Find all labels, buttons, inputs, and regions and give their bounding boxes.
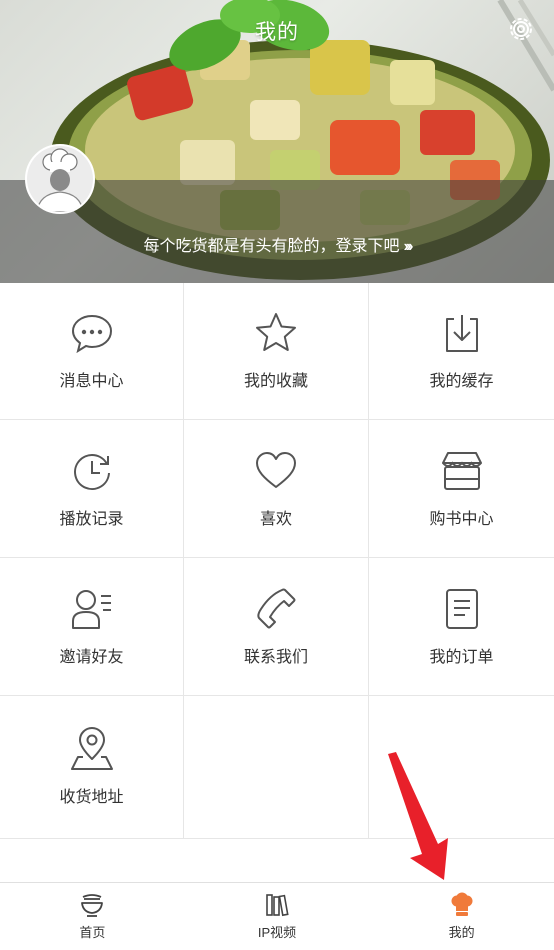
grid-item-label: 我的缓存 <box>429 373 494 390</box>
grid-item-likes[interactable]: 喜欢 <box>184 420 369 558</box>
grid-item-favorites[interactable]: 我的收藏 <box>184 283 369 420</box>
settings-button[interactable] <box>506 14 536 44</box>
tab-label: 我的 <box>448 925 475 940</box>
grid-item-label: 播放记录 <box>59 510 124 528</box>
page-title: 我的 <box>255 21 299 44</box>
grid-item-label: 联系我们 <box>243 648 308 666</box>
grid-empty-cell <box>184 696 369 839</box>
grid-item-label: 收货地址 <box>59 789 124 806</box>
grid-item-label: 邀请好友 <box>59 648 124 666</box>
grid-item-label: 消息中心 <box>59 373 124 390</box>
grid-item-invite[interactable]: 邀请好友 <box>0 558 184 696</box>
content-spacer <box>0 839 554 882</box>
chat-bubble-icon <box>71 314 112 354</box>
login-prompt-text: 每个吃货都是有头有脸的，登录下吧 <box>143 238 400 255</box>
phone-icon <box>257 588 296 628</box>
bottom-tab-bar: 首页 IP视频 我的 <box>0 882 554 950</box>
tab-label: 首页 <box>79 925 106 940</box>
gear-icon <box>510 18 532 40</box>
grid-item-cache[interactable]: 我的缓存 <box>369 283 554 420</box>
heart-icon <box>256 451 296 488</box>
grid-item-messages[interactable]: 消息中心 <box>0 283 184 420</box>
invite-user-icon <box>71 589 111 629</box>
grid-item-label: 购书中心 <box>429 510 494 528</box>
grid-item-address[interactable]: 收货地址 <box>0 696 184 839</box>
books-icon <box>266 894 289 917</box>
location-pin-icon <box>70 727 113 770</box>
chef-avatar-icon <box>27 146 93 212</box>
grid-item-label: 我的订单 <box>429 648 494 666</box>
login-prompt-link[interactable]: 每个吃货都是有头有脸的，登录下吧 ››› <box>0 232 554 256</box>
grid-item-contact[interactable]: 联系我们 <box>184 558 369 696</box>
tab-label: IP视频 <box>257 925 297 940</box>
tab-mine[interactable]: 我的 <box>369 883 554 950</box>
history-clock-icon <box>73 453 110 490</box>
grid-empty-cell <box>369 696 554 839</box>
grid-item-orders[interactable]: 我的订单 <box>369 558 554 696</box>
grid-item-bookstore[interactable]: 购书中心 <box>369 420 554 558</box>
star-icon <box>256 313 296 351</box>
profile-banner: 我的 每个吃货都是有头有脸的，登录下吧 ››› <box>0 0 554 283</box>
feature-grid: 消息中心 我的收藏 我的缓存 播放记录 喜欢 购书中心 邀请好友 联系我们 我的… <box>0 283 554 839</box>
bowl-icon <box>81 894 104 917</box>
grid-item-history[interactable]: 播放记录 <box>0 420 184 558</box>
download-icon <box>445 315 478 352</box>
chef-hat-icon <box>451 892 473 916</box>
grid-item-label: 我的收藏 <box>243 373 308 390</box>
tab-home[interactable]: 首页 <box>0 883 185 950</box>
tab-ip-video[interactable]: IP视频 <box>185 883 370 950</box>
chevron-right-icon: ››› <box>403 238 414 255</box>
order-list-icon <box>445 588 478 629</box>
grid-item-label: 喜欢 <box>259 510 292 528</box>
avatar[interactable] <box>25 144 95 214</box>
store-icon <box>441 451 482 490</box>
